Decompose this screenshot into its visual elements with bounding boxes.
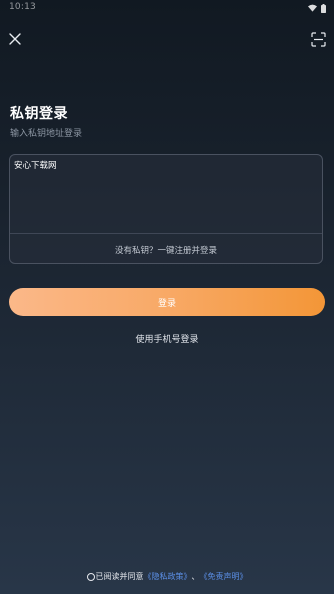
agreement-row: 已阅读并同意 《隐私政策》 、 《免责声明》 — [0, 571, 334, 582]
page-subtitle: 输入私钥地址登录 — [10, 129, 83, 139]
private-key-box: 安心下载网 没有私钥？一键注册并登录 — [9, 154, 323, 264]
agreement-text: 已阅读并同意 — [95, 572, 144, 581]
agreement-checkbox[interactable] — [86, 572, 95, 581]
status-icons — [308, 3, 326, 13]
scan-icon — [310, 32, 327, 52]
register-login-link[interactable]: 没有私钥？一键注册并登录 — [10, 244, 322, 256]
wifi-icon — [308, 4, 317, 12]
divider — [10, 233, 322, 234]
status-time: 10:13 — [9, 2, 36, 12]
scan-button[interactable] — [310, 31, 327, 48]
private-key-input[interactable]: 安心下载网 — [12, 157, 320, 229]
disclaimer-link[interactable]: 《免责声明》 — [200, 571, 248, 582]
status-bar: 10:13 — [0, 0, 334, 16]
privacy-policy-link[interactable]: 《隐私政策》 — [144, 571, 192, 582]
close-icon — [6, 33, 24, 52]
close-button[interactable] — [6, 30, 24, 48]
phone-login-link[interactable]: 使用手机号登录 — [0, 332, 334, 345]
login-button[interactable]: 登录 — [9, 288, 325, 316]
battery-icon — [321, 3, 326, 13]
agreement-separator: 、 — [191, 572, 200, 581]
page-title: 私钥登录 — [10, 106, 68, 122]
